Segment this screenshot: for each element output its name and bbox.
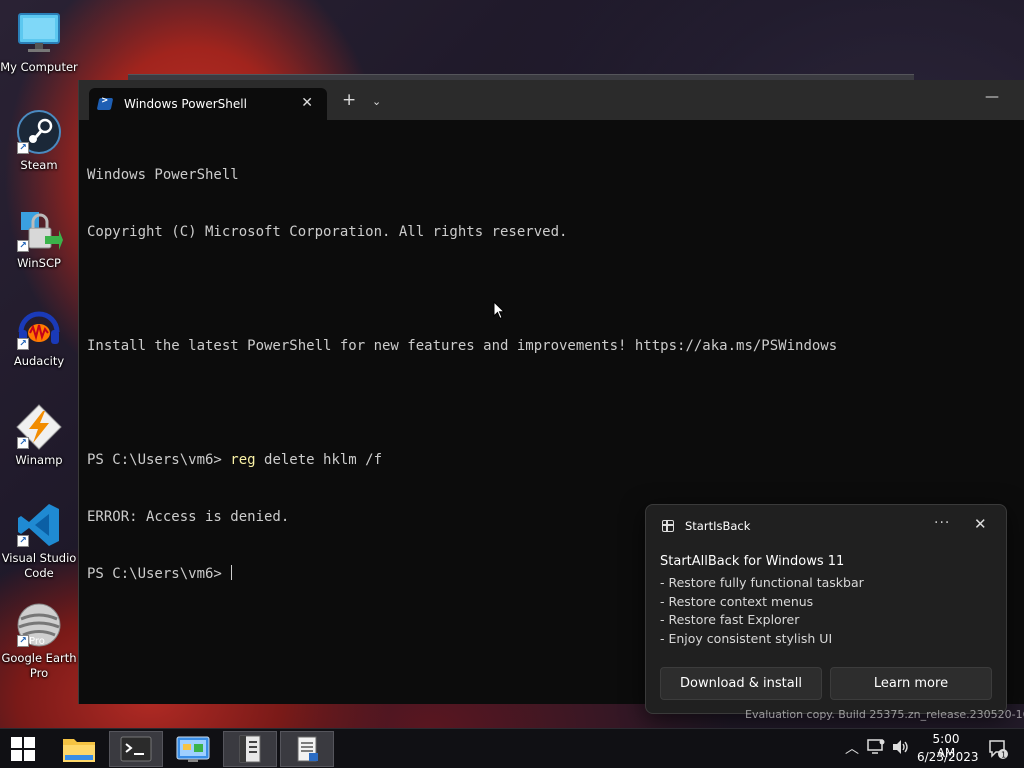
desktop-icon-winscp[interactable]: ↗ WinSCP (0, 206, 78, 271)
notification-app-row: StartIsBack (662, 519, 750, 533)
shortcut-arrow-icon: ↗ (17, 437, 29, 449)
notification-line: - Enjoy consistent stylish UI (660, 630, 833, 646)
mouse-pointer-icon (493, 301, 505, 320)
notification-line: - Restore fully functional taskbar (660, 575, 864, 590)
desktop-icon-steam[interactable]: ↗ Steam (0, 108, 78, 173)
volume-icon[interactable] (892, 739, 910, 759)
audacity-icon: ↗ (15, 304, 63, 352)
notepad-icon (297, 736, 318, 762)
desktop-icon-vscode[interactable]: ↗ Visual Studio Code (0, 501, 78, 581)
taskbar-control-panel[interactable] (166, 731, 220, 767)
steam-icon: ↗ (15, 108, 63, 156)
notification-line: - Restore context menus (660, 593, 814, 609)
command-args: delete hklm /f (255, 452, 383, 468)
notification-title: StartAllBack for Windows 11 (660, 554, 845, 569)
desktop-icon-label: Winamp (15, 453, 63, 467)
tab-close-icon[interactable]: ✕ (301, 95, 313, 111)
startisback-icon (662, 520, 674, 532)
chevron-up-icon[interactable]: ︿ (845, 738, 859, 758)
desktop-icon-label: Audacity (13, 354, 65, 368)
google-earth-icon: Pro ↗ (15, 601, 63, 649)
taskbar-notepad[interactable] (280, 731, 334, 767)
desktop-icon-label: WinSCP (17, 256, 61, 270)
shortcut-arrow-icon: ↗ (17, 635, 29, 647)
powershell-icon (96, 98, 114, 110)
more-options-icon[interactable]: ··· (934, 515, 950, 531)
desktop-icon-my-computer[interactable]: My Computer (0, 10, 78, 75)
minimize-button[interactable]: — (985, 89, 999, 105)
prompt-text: PS C:\Users\vm6> (87, 452, 231, 468)
clock-date[interactable]: 6/23/2023 (917, 750, 979, 764)
folder-icon (63, 739, 95, 762)
document-window-icon (239, 735, 261, 763)
start-button[interactable] (0, 731, 46, 767)
new-tab-button[interactable]: + (342, 92, 356, 109)
taskbar-file-explorer[interactable] (52, 731, 106, 767)
windows-logo-icon (11, 737, 35, 761)
vscode-icon: ↗ (15, 501, 63, 549)
winamp-icon: ↗ (15, 403, 63, 451)
desktop-icon-audacity[interactable]: ↗ Audacity (0, 304, 78, 369)
control-panel-icon (176, 736, 210, 762)
desktop-icon-label: Visual Studio Code (1, 551, 77, 580)
output-line: Copyright (C) Microsoft Corporation. All… (87, 224, 568, 240)
output-line: Install the latest PowerShell for new fe… (87, 338, 838, 354)
notification-app-name: StartIsBack (685, 519, 751, 533)
notification-center-icon[interactable]: 1 (988, 739, 1008, 763)
notification-count: 1 (1001, 751, 1006, 760)
notification-line: - Restore fast Explorer (660, 612, 800, 627)
chevron-down-icon[interactable]: ⌄ (372, 94, 381, 110)
close-icon[interactable]: ✕ (974, 515, 987, 533)
download-install-button[interactable]: Download & install (660, 667, 822, 700)
tab-windows-powershell[interactable]: Windows PowerShell ✕ (89, 88, 327, 120)
notification-toast[interactable]: StartIsBack ··· ✕ StartAllBack for Windo… (645, 504, 1007, 714)
monitor-icon (15, 10, 63, 58)
evaluation-watermark: Evaluation copy. Build 25375.zn_release.… (745, 708, 1024, 721)
taskbar-terminal[interactable] (109, 731, 163, 767)
learn-more-button[interactable]: Learn more (830, 667, 992, 700)
command-keyword: reg (230, 452, 256, 468)
taskbar-app-window[interactable] (223, 731, 277, 767)
shortcut-arrow-icon: ↗ (17, 535, 29, 547)
terminal-icon (120, 736, 152, 762)
desktop-icon-label: Google Earth Pro (1, 651, 77, 680)
notification-body: - Restore fully functional taskbar - Res… (660, 574, 864, 648)
svg-text:Pro: Pro (29, 636, 45, 647)
desktop-icon-google-earth[interactable]: Pro ↗ Google Earth Pro (0, 601, 78, 681)
terminal-titlebar[interactable]: Windows PowerShell ✕ + ⌄ — (79, 80, 1024, 120)
text-cursor (231, 565, 233, 580)
network-icon[interactable] (867, 739, 885, 759)
tab-title: Windows PowerShell (124, 97, 247, 111)
taskbar[interactable]: ︿ 5:00 AM 6/23/2023 1 (0, 728, 1024, 768)
shortcut-arrow-icon: ↗ (17, 338, 29, 350)
command-line: PS C:\Users\vm6> reg delete hklm /f (87, 451, 1017, 470)
prompt-text: PS C:\Users\vm6> (87, 566, 231, 582)
output-line: Windows PowerShell (87, 167, 239, 183)
desktop-icon-label: My Computer (0, 60, 78, 74)
desktop-icon-label: Steam (20, 158, 58, 172)
winscp-icon: ↗ (15, 206, 63, 254)
shortcut-arrow-icon: ↗ (17, 240, 29, 252)
shortcut-arrow-icon: ↗ (17, 142, 29, 154)
desktop-icon-winamp[interactable]: ↗ Winamp (0, 403, 78, 468)
